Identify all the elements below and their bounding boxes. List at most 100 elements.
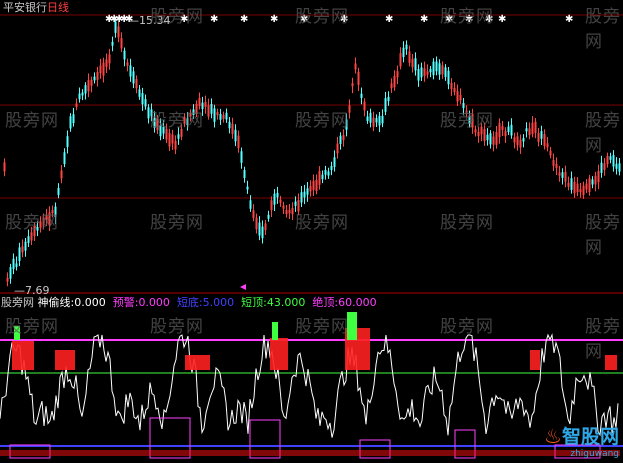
candle-body: [90, 79, 93, 86]
indicator-item-0-label: 神偷线:: [37, 296, 75, 309]
signal-star-icon: ✱: [210, 14, 218, 25]
candle-body: [336, 143, 339, 154]
watermark: 股旁网: [585, 7, 621, 52]
watermark: 股旁网: [295, 213, 349, 233]
watermark: 股旁网: [440, 111, 494, 131]
candle-body: [390, 83, 393, 89]
watermark: 股旁网: [585, 213, 621, 258]
candle-body: [369, 112, 372, 123]
candle-body: [87, 80, 90, 92]
candle-body: [546, 143, 549, 148]
candle-body: [438, 63, 441, 75]
candle-body: [408, 51, 411, 63]
candle-body: [231, 123, 234, 135]
candle-body: [216, 112, 219, 116]
candle-body: [453, 87, 456, 93]
candle-body: [339, 135, 342, 145]
candle-body: [321, 174, 324, 180]
candle-body: [279, 199, 282, 203]
candle-body: [111, 41, 114, 46]
candle-body: [477, 131, 480, 137]
watermark: 股旁网: [150, 317, 204, 337]
candle-body: [57, 187, 60, 195]
period-label: 日线: [47, 1, 69, 14]
candle-body: [366, 116, 369, 121]
candle-body: [600, 162, 603, 173]
candle-body: [69, 116, 72, 129]
candle-body: [378, 115, 381, 126]
candle-body: [78, 93, 81, 100]
candle-body: [447, 70, 450, 85]
brand-url: zhiguwang: [570, 449, 619, 459]
candle-body: [66, 136, 69, 147]
indicator-item-3-label: 短顶:: [241, 296, 267, 309]
watermark: 股旁网: [5, 111, 59, 131]
signal-star-icon: ✱: [420, 14, 428, 25]
candle-body: [6, 277, 9, 282]
signal-star-icon: ✱: [385, 14, 393, 25]
candle-body: [246, 186, 249, 190]
candle-body: [414, 58, 417, 71]
candle-body: [555, 163, 558, 169]
candle-body: [603, 163, 606, 170]
indicator-item-1-label: 预警:: [112, 296, 139, 309]
candle-body: [12, 258, 15, 270]
watermark: 股旁网: [5, 317, 59, 337]
candle-body: [258, 222, 261, 236]
candle-body: [129, 65, 132, 77]
candle-body: [18, 247, 21, 261]
candle-body: [207, 105, 210, 117]
chart-title: 平安银行日线: [3, 2, 69, 14]
candle-body: [444, 67, 447, 78]
candle-body: [417, 69, 420, 81]
candle-body: [234, 129, 237, 142]
candle-body: [537, 132, 540, 142]
candle-body: [99, 65, 102, 74]
signal-star-icon: ✱: [240, 14, 248, 25]
cursor-marker: [240, 284, 246, 290]
candle-body: [318, 170, 321, 185]
indicator-item-1-value: 0.000: [138, 296, 170, 309]
candle-body: [285, 209, 288, 215]
candle-body: [144, 99, 147, 107]
candle-body: [420, 67, 423, 78]
candle-body: [117, 26, 120, 38]
candle-body: [456, 91, 459, 102]
watermark: 股旁网: [295, 317, 349, 337]
candle-body: [441, 65, 444, 75]
candle-body: [27, 236, 30, 244]
candle-body: [585, 183, 588, 190]
candle-body: [219, 113, 222, 120]
candle-body: [381, 115, 384, 124]
candle-body: [429, 69, 432, 73]
warning-zone: [270, 338, 288, 370]
warning-zone: [12, 341, 34, 370]
indicator-item-0-value: 0.000: [74, 296, 106, 309]
candle-body: [3, 162, 6, 172]
candle-body: [294, 201, 297, 206]
candle-body: [63, 152, 66, 165]
candle-body: [309, 186, 312, 192]
candle-body: [387, 96, 390, 102]
candle-body: [15, 263, 18, 267]
indicator-item-3-value: 43.000: [266, 296, 306, 309]
candle-body: [132, 71, 135, 84]
indicator-legend: 股旁网 神偷线:0.000, 预警:0.000, 短底:5.000, 短顶:43…: [1, 296, 381, 309]
candle-body: [171, 134, 174, 144]
warning-zone: [185, 355, 210, 370]
candle-body: [396, 71, 399, 78]
candle-body: [84, 85, 87, 94]
candle-body: [573, 181, 576, 194]
candle-body: [105, 59, 108, 67]
watermark: 股旁网: [440, 7, 494, 27]
watermark: 股旁网: [440, 213, 494, 233]
candle-body: [24, 241, 27, 251]
oscillator-line: [0, 333, 619, 438]
candle-body: [123, 50, 126, 60]
candle-body: [459, 94, 462, 101]
candle-body: [423, 68, 426, 76]
candle-body: [372, 117, 375, 127]
candle-body: [249, 200, 252, 209]
candle-body: [528, 128, 531, 136]
candle-body: [9, 267, 12, 279]
